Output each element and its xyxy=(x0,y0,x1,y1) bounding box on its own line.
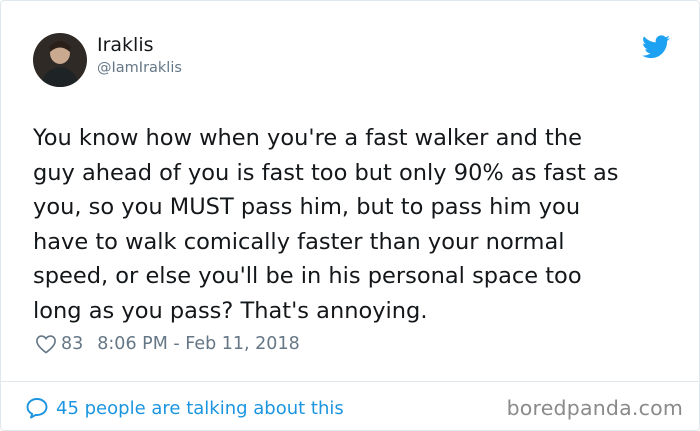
avatar-photo xyxy=(41,41,79,87)
tweet-card: Iraklis @IamIraklis You know how when yo… xyxy=(0,0,700,431)
twitter-bird-icon[interactable] xyxy=(642,35,670,59)
boredpanda-watermark: boredpanda.com xyxy=(506,396,683,420)
tweet-text: You know how when you're a fast walker a… xyxy=(33,125,619,324)
author-handle[interactable]: @IamIraklis xyxy=(97,60,182,76)
conversation-label[interactable]: 45 people are talking about this xyxy=(56,398,344,419)
like-count[interactable]: 83 xyxy=(61,334,83,354)
tweet-timestamp[interactable]: 8:06 PM - Feb 11, 2018 xyxy=(97,334,299,354)
author-name[interactable]: Iraklis xyxy=(97,34,154,56)
divider xyxy=(1,381,699,382)
conversation-link[interactable]: 45 people are talking about this xyxy=(25,395,344,421)
tweet-meta: 83 8:06 PM - Feb 11, 2018 xyxy=(35,331,300,357)
speech-bubble-icon xyxy=(26,398,48,419)
heart-icon[interactable] xyxy=(35,334,57,354)
avatar[interactable] xyxy=(33,33,87,87)
